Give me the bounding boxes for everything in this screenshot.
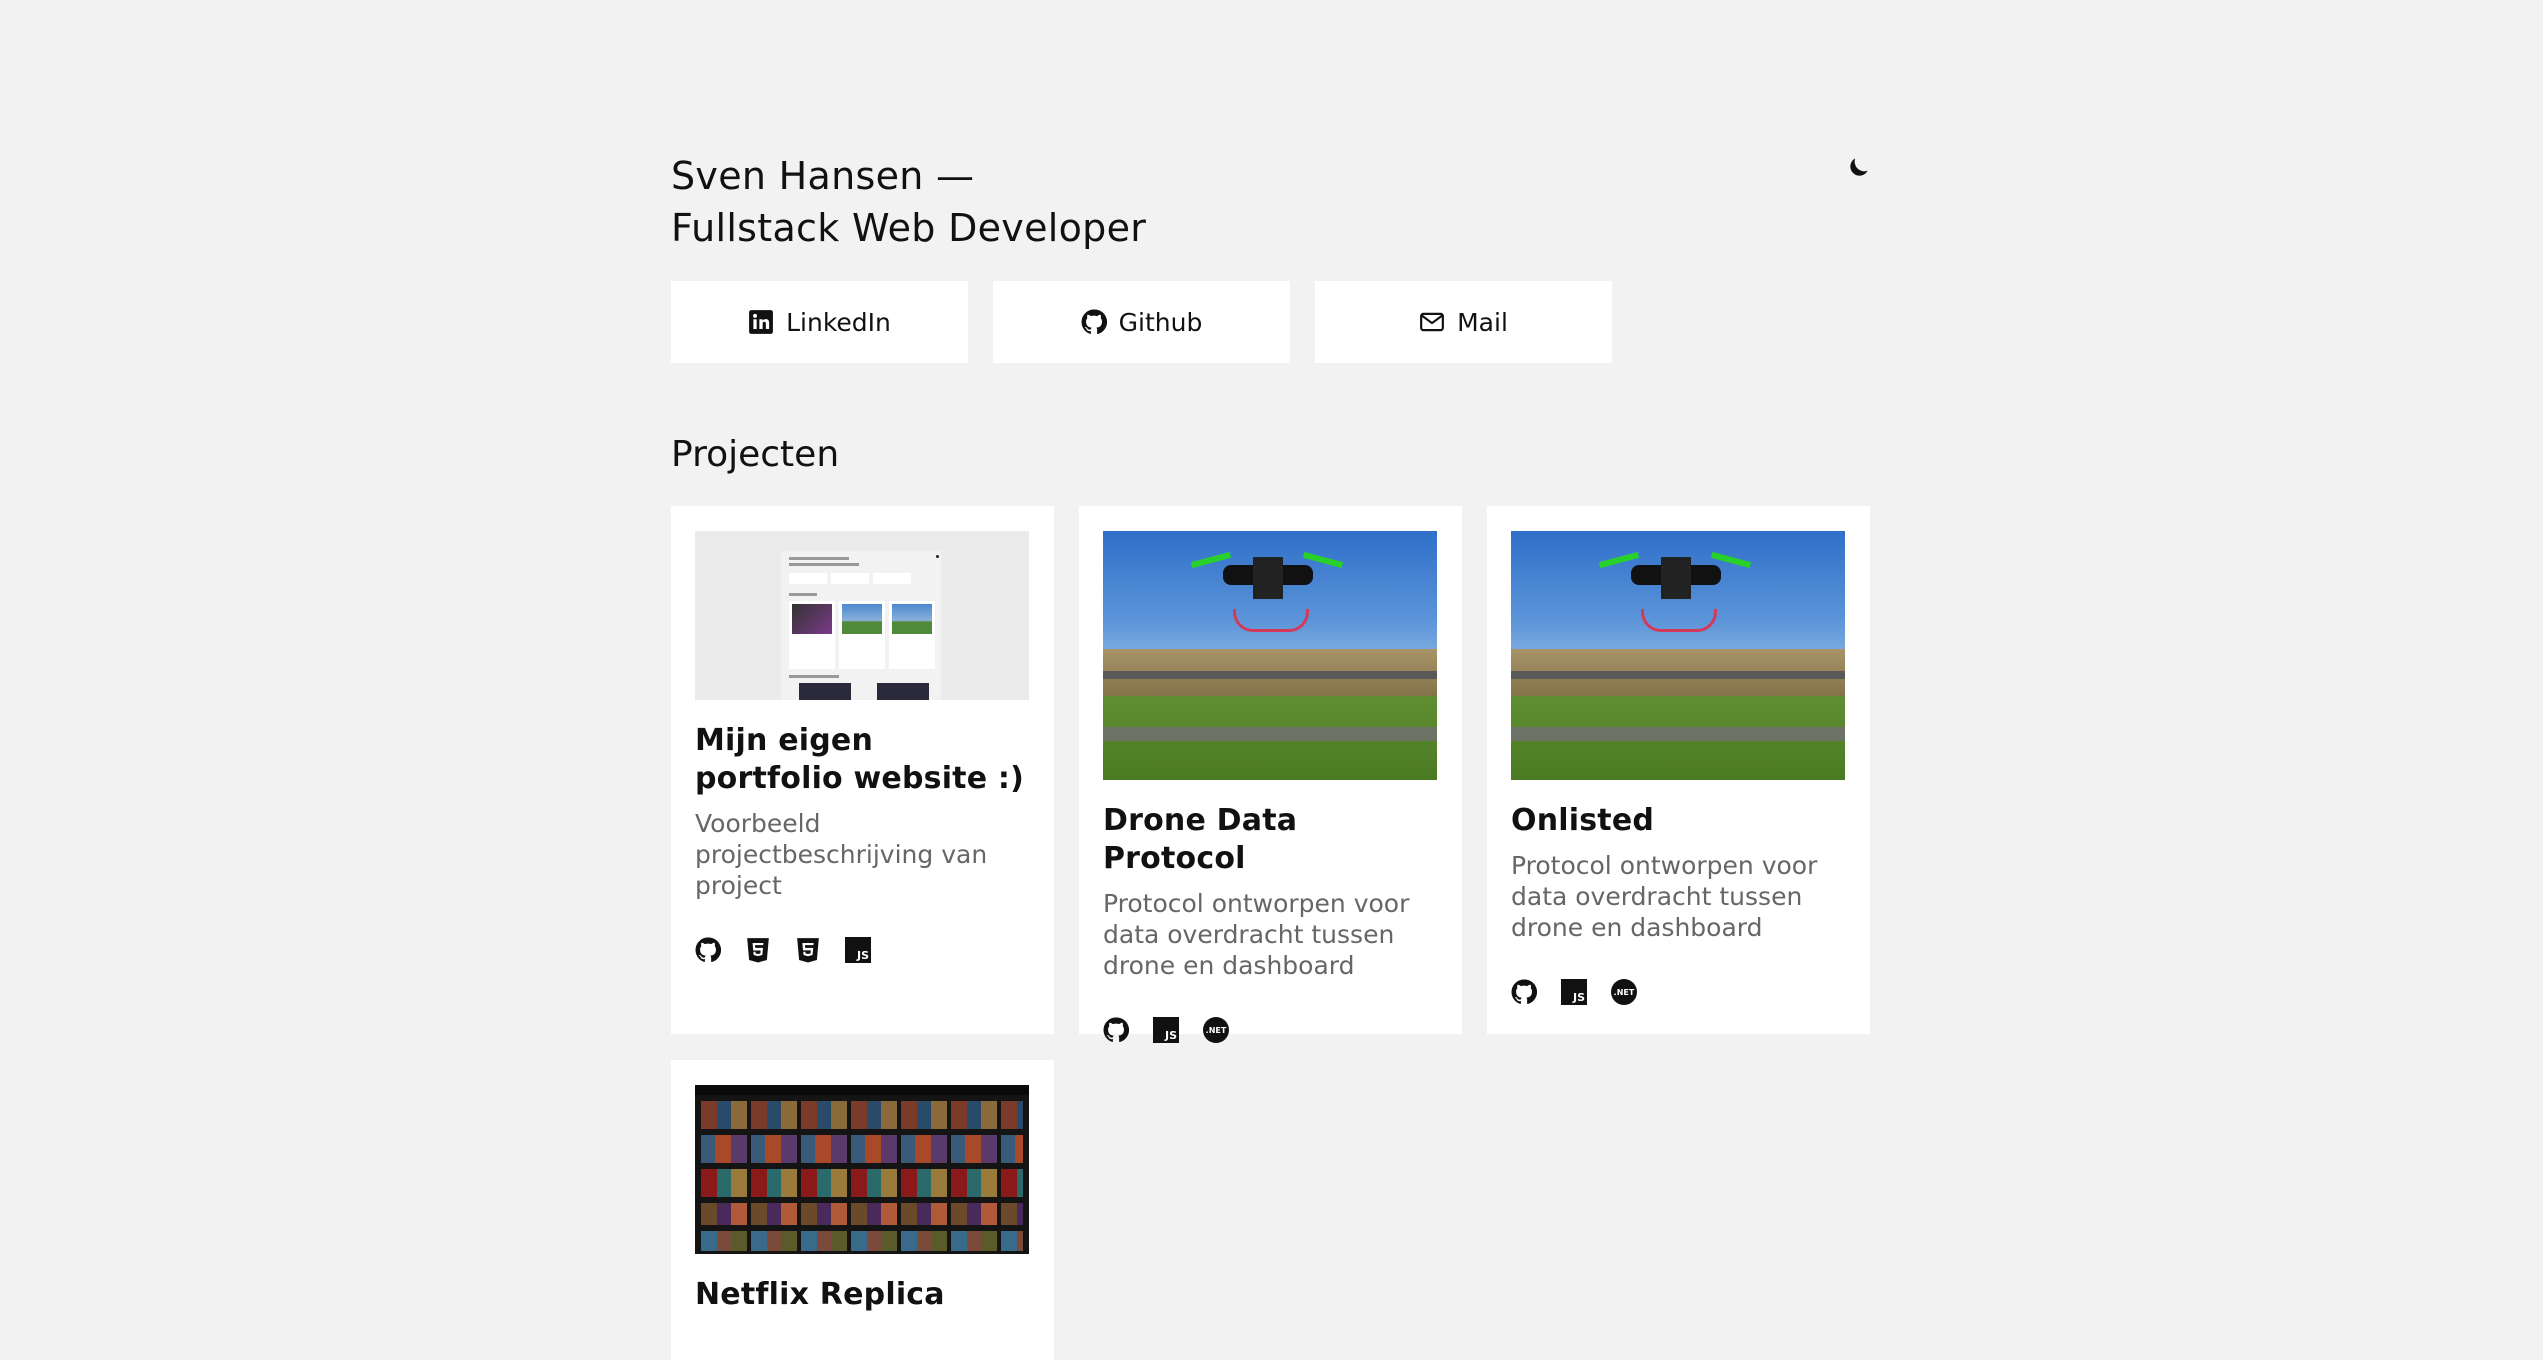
title-line-1: Sven Hansen — xyxy=(671,154,975,198)
linkedin-icon xyxy=(749,310,774,334)
tech-stack: JS xyxy=(695,937,1030,963)
portfolio-screenshot xyxy=(695,531,1029,700)
mail-button[interactable]: Mail xyxy=(1315,281,1612,363)
project-card-onlisted[interactable]: Onlisted Protocol ontworpen voor data ov… xyxy=(1487,506,1870,1034)
contact-links: LinkedIn Github Mail xyxy=(671,281,1612,363)
project-card-drone-data-protocol[interactable]: Drone Data Protocol Protocol ontworpen v… xyxy=(1079,506,1462,1043)
theme-toggle-button[interactable] xyxy=(1846,154,1872,180)
linkedin-button[interactable]: LinkedIn xyxy=(671,281,968,363)
github-button[interactable]: Github xyxy=(993,281,1290,363)
github-icon xyxy=(1081,309,1107,334)
javascript-icon: JS xyxy=(845,937,871,963)
github-icon[interactable] xyxy=(1103,1017,1129,1043)
github-label: Github xyxy=(1118,307,1203,337)
linkedin-label: LinkedIn xyxy=(786,307,891,337)
project-title: Netflix Replica xyxy=(695,1277,945,1312)
dotnet-icon: .NET xyxy=(1611,979,1637,1005)
mail-icon xyxy=(1420,312,1445,332)
projects-heading: Projecten xyxy=(671,434,840,475)
title-line-2: Fullstack Web Developer xyxy=(671,206,1147,250)
project-description: Protocol ontworpen voor data overdracht … xyxy=(1511,851,1818,942)
drone-photo xyxy=(1103,531,1437,780)
page-title: Sven Hansen — Fullstack Web Developer xyxy=(671,150,1146,254)
project-card-netflix-replica[interactable]: Netflix Replica xyxy=(671,1060,1054,1360)
mail-label: Mail xyxy=(1457,307,1508,337)
tech-stack: JS .NET xyxy=(1103,1017,1438,1043)
github-icon[interactable] xyxy=(1511,979,1537,1005)
project-title: Onlisted xyxy=(1511,803,1655,838)
tech-stack: JS .NET xyxy=(1511,979,1846,1005)
css3-icon xyxy=(795,937,821,963)
project-description: Voorbeeld projectbeschrijving van projec… xyxy=(695,809,988,900)
html5-icon xyxy=(745,937,771,963)
netflix-screenshot xyxy=(695,1085,1029,1254)
project-card-portfolio[interactable]: Mijn eigen portfolio website :) Voorbeel… xyxy=(671,506,1054,1034)
github-icon[interactable] xyxy=(695,937,721,963)
javascript-icon: JS xyxy=(1153,1017,1179,1043)
dotnet-icon: .NET xyxy=(1203,1017,1229,1043)
project-description: Protocol ontworpen voor data overdracht … xyxy=(1103,889,1410,980)
drone-photo xyxy=(1511,531,1845,780)
project-title: Drone Data Protocol xyxy=(1103,803,1298,876)
project-title: Mijn eigen portfolio website :) xyxy=(695,723,1025,796)
javascript-icon: JS xyxy=(1561,979,1587,1005)
moon-icon xyxy=(1850,158,1868,176)
